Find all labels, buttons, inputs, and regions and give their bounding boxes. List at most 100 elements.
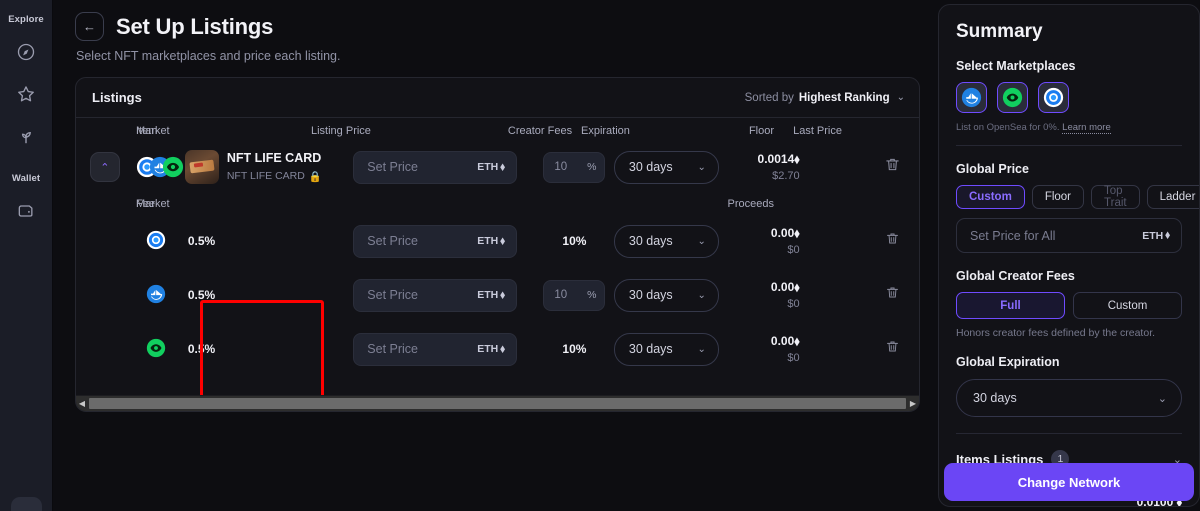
- back-arrow-icon: ←: [83, 19, 96, 34]
- market-row-expiration-cell: 30 days ⌄: [613, 332, 725, 366]
- market-row-delete-cell: [865, 231, 919, 251]
- market-row-proceeds-cell: 0.00⬧ $0: [725, 226, 800, 256]
- row-item-cell: NFT LIFE CARD NFT LIFE CARD 🔒: [184, 150, 353, 184]
- divider: [956, 145, 1182, 146]
- subcol-fee: Fee: [136, 198, 155, 210]
- expiration-select[interactable]: 30 days ⌄: [613, 150, 719, 184]
- scrollbar-thumb[interactable]: [89, 398, 906, 409]
- item-text: NFT LIFE CARD NFT LIFE CARD 🔒: [227, 151, 322, 183]
- currency-tag: ETH ⬧: [477, 161, 505, 174]
- expiration-value: 30 days: [628, 288, 673, 302]
- market-row-fee-cell: 0.5%: [185, 288, 353, 302]
- row-price-cell: Set Price ETH ⬧: [353, 150, 535, 184]
- compass-icon[interactable]: [9, 35, 43, 69]
- trash-icon[interactable]: [885, 339, 900, 359]
- back-button[interactable]: ←: [75, 12, 104, 41]
- global-expiration-label: Global Expiration: [956, 355, 1060, 369]
- summary-title: Summary: [956, 21, 1043, 42]
- trash-icon[interactable]: [885, 285, 900, 305]
- col-floor: Floor: [748, 124, 774, 137]
- subcol-market: Market: [136, 198, 170, 210]
- listing-price-input[interactable]: Set Price ETH ⬧: [353, 224, 517, 258]
- marketplace-toggle-blur[interactable]: [1038, 82, 1069, 113]
- marketplace-note-text: List on OpenSea for 0%.: [956, 122, 1063, 133]
- listing-price-input[interactable]: Set Price ETH ⬧: [353, 150, 517, 184]
- row-creator-fee-cell: 10 %: [535, 151, 614, 183]
- market-row-proceeds-cell: 0.00⬧ $0: [725, 334, 800, 364]
- chevron-down-icon: ⌄: [896, 92, 905, 103]
- marketplace-icon-stack: [136, 156, 184, 178]
- market-row-price-cell: Set Price ETH ⬧: [353, 278, 535, 312]
- market-row-icon-cell: [134, 230, 185, 252]
- horizontal-scrollbar[interactable]: ◀ ▶: [76, 395, 919, 411]
- percent-icon: %: [587, 289, 597, 301]
- expiration-value: 30 days: [628, 234, 673, 248]
- item-name: NFT LIFE CARD: [226, 151, 322, 166]
- creator-fee-input[interactable]: 10%: [543, 279, 606, 311]
- chevron-down-icon: ⌄: [1157, 392, 1167, 405]
- global-expiration-select[interactable]: 30 days ⌄: [956, 379, 1182, 417]
- expiration-value: 30 days: [628, 342, 673, 356]
- chevron-down-icon: ⌄: [697, 235, 706, 247]
- expiration-select[interactable]: 30 days ⌄: [613, 332, 719, 366]
- price-mode-custom[interactable]: Custom: [956, 185, 1025, 209]
- app-root: Explore Wallet ← Set Up Listings Select …: [0, 0, 1200, 511]
- expiration-select[interactable]: 30 days ⌄: [613, 224, 719, 258]
- left-nav-rail: Explore Wallet: [0, 0, 53, 511]
- blur-icon: [146, 230, 168, 252]
- creator-fee-static: 10%: [562, 234, 587, 248]
- trash-icon[interactable]: [884, 156, 901, 178]
- currency-tag: ETH ⬧: [477, 343, 505, 356]
- market-fee-value: 0.5%: [187, 288, 216, 302]
- creator-fee-input[interactable]: 10 %: [543, 151, 606, 183]
- global-creator-fees-label: Global Creator Fees: [956, 269, 1075, 283]
- market-row-fee-cell: 0.5%: [185, 234, 353, 248]
- divider-2: [956, 433, 1182, 434]
- marketplace-toggle-magiceden[interactable]: [997, 82, 1028, 113]
- trash-icon[interactable]: [885, 231, 900, 251]
- sprout-icon[interactable]: [9, 119, 43, 153]
- price-mode-floor[interactable]: Floor: [1031, 185, 1085, 209]
- star-icon[interactable]: [9, 77, 43, 111]
- change-network-button[interactable]: Change Network: [944, 463, 1194, 501]
- creator-fee-mode-full[interactable]: Full: [956, 292, 1065, 319]
- rail-bottom-item[interactable]: [11, 497, 42, 511]
- scroll-right-arrow-icon[interactable]: ▶: [907, 399, 919, 408]
- creator-fee-value: 10: [554, 289, 568, 301]
- row-expiration-cell: 30 days ⌄: [613, 150, 725, 184]
- page-title: Set Up Listings: [116, 13, 274, 39]
- marketplace-toggle-opensea[interactable]: [956, 82, 987, 113]
- currency-label: ETH: [477, 289, 499, 301]
- price-mode-ladder[interactable]: Ladder: [1146, 185, 1199, 209]
- market-row-delete-cell: [865, 339, 919, 359]
- floor-usd: $2.70: [772, 170, 800, 182]
- wallet-icon[interactable]: [9, 194, 43, 228]
- row-markets-cell: [134, 156, 185, 178]
- scroll-left-arrow-icon[interactable]: ◀: [76, 399, 88, 408]
- proceeds-eth: 0.00⬧: [770, 226, 800, 240]
- sort-dropdown[interactable]: Sorted by Highest Ranking ⌄: [745, 92, 905, 104]
- row-collapse-cell: ⌃: [76, 152, 134, 182]
- listings-title: Listings: [92, 90, 142, 105]
- listing-price-input[interactable]: Set Price ETH ⬧: [353, 278, 517, 312]
- price-mode-top-trait[interactable]: Top Trait: [1091, 185, 1140, 209]
- col-market: Market: [136, 124, 170, 137]
- market-rows-container: 0.5% Set Price ETH ⬧ 10% 30 days ⌄ 0.00⬧ $0 0.5% S…: [76, 214, 919, 376]
- expiration-select[interactable]: 30 days ⌄: [613, 278, 719, 312]
- collapse-row-button[interactable]: ⌃: [89, 152, 120, 182]
- chevron-down-icon: ⌄: [697, 343, 706, 355]
- sort-label: Sorted by: [744, 91, 794, 104]
- learn-more-link[interactable]: Learn more: [1062, 122, 1111, 134]
- market-row-proceeds-cell: 0.00⬧ $0: [725, 280, 800, 310]
- listing-price-input[interactable]: Set Price ETH ⬧: [353, 332, 517, 366]
- creator-fee-mode-custom[interactable]: Custom: [1073, 292, 1182, 319]
- select-marketplaces-label: Select Marketplaces: [956, 59, 1076, 73]
- row-delete-cell: [865, 156, 919, 178]
- market-row-creator-fee-cell: 10%: [535, 279, 614, 311]
- marketplace-selector: [956, 82, 1182, 113]
- global-price-input[interactable]: Set Price for All ETH ⬧: [956, 218, 1182, 253]
- currency-label: ETH: [1142, 229, 1164, 242]
- price-placeholder: Set Price: [367, 342, 419, 356]
- item-collection-row: NFT LIFE CARD 🔒: [227, 170, 322, 183]
- creator-fee-modes: Full Custom: [956, 292, 1182, 319]
